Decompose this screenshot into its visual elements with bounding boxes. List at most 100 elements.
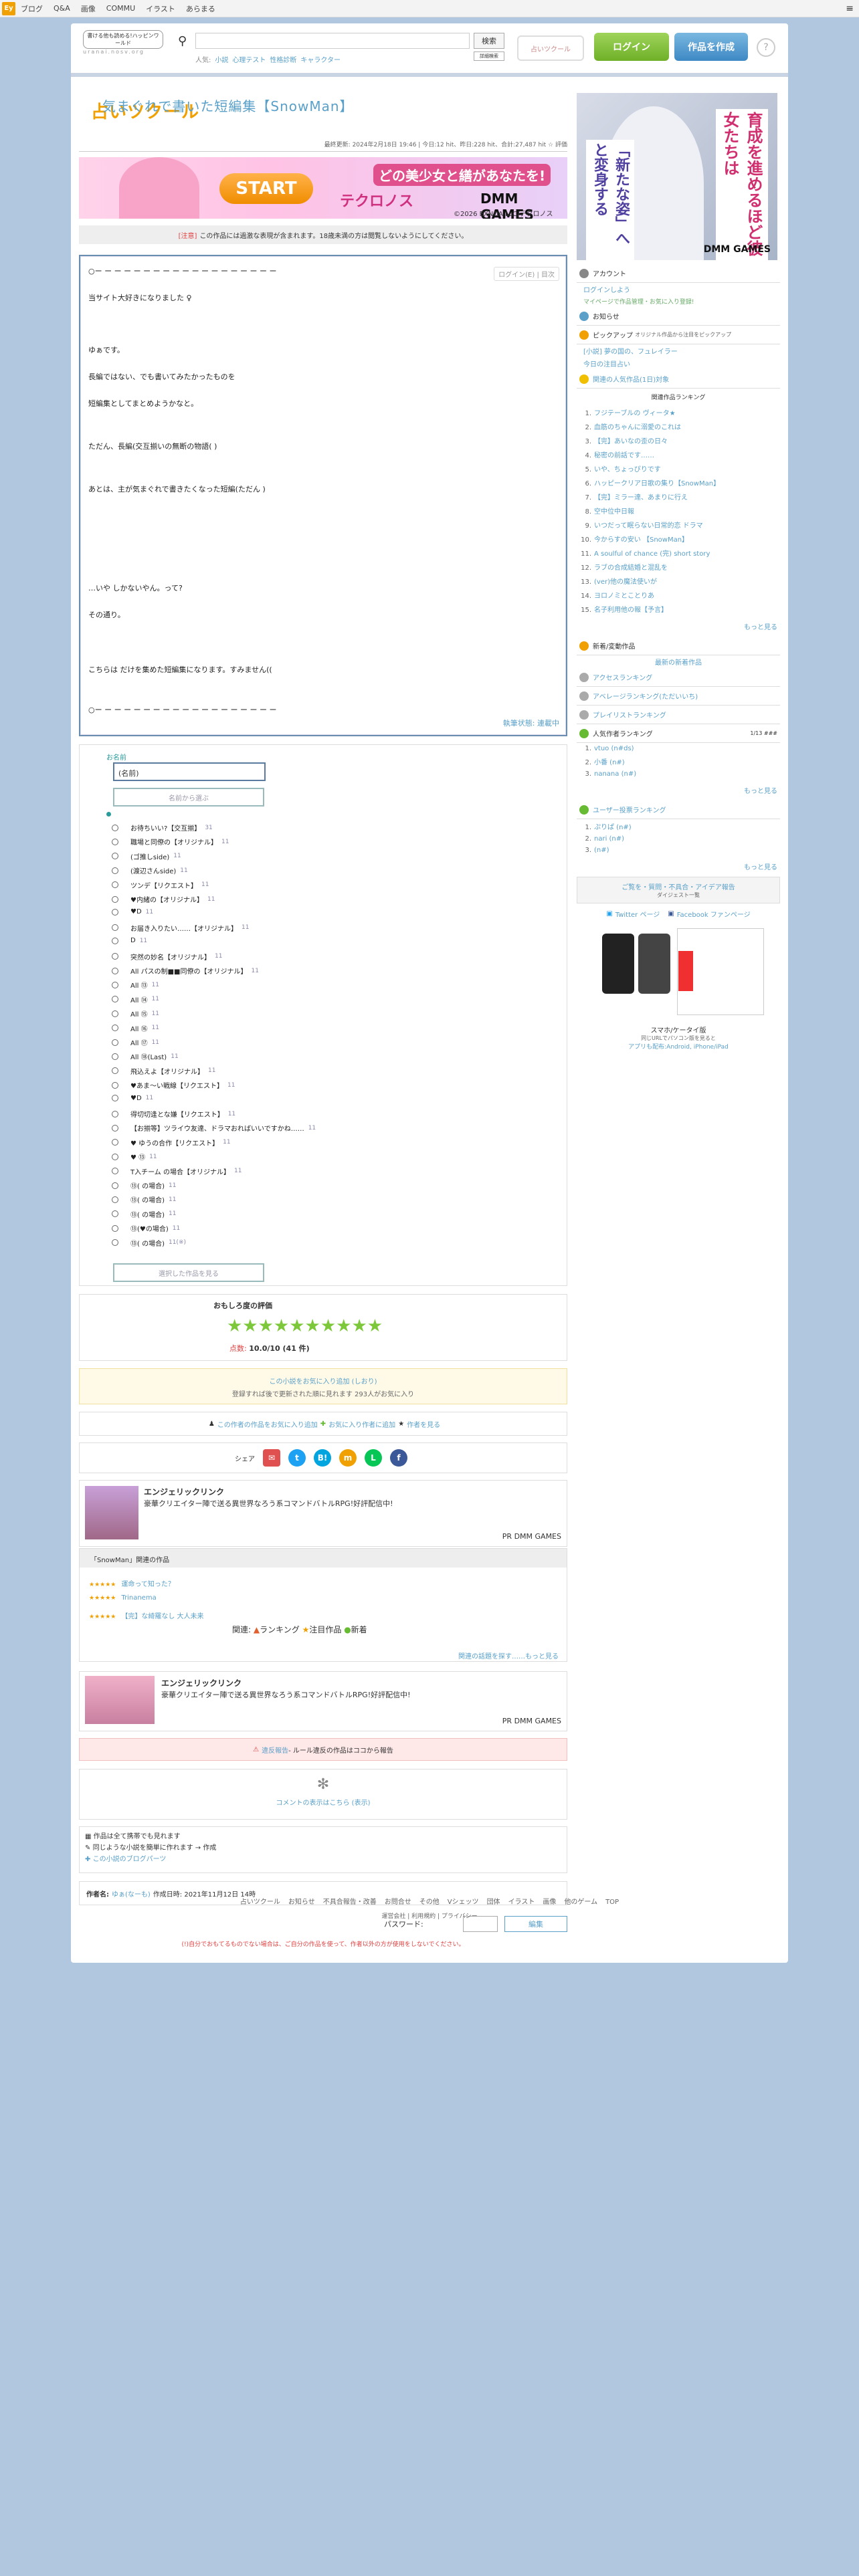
radio-button[interactable] bbox=[112, 981, 118, 988]
access-ranking[interactable]: アクセスランキング bbox=[577, 668, 780, 687]
chapter-option[interactable]: All パスの制■■同僚の【オリジナル】 11 bbox=[112, 966, 259, 976]
hatena-icon[interactable]: B! bbox=[314, 1449, 331, 1467]
chapter-option[interactable]: (渡辺さんside) 11 bbox=[112, 865, 188, 875]
nav-illust[interactable]: イラスト bbox=[146, 3, 175, 14]
footer-legal[interactable]: 運営会社 | 利用規約 | プライバシー bbox=[71, 1911, 788, 1920]
feedback-link[interactable]: ご覧を・質問・不具合・アイデア報告 bbox=[581, 881, 775, 891]
chapter-option[interactable]: ♥内緒の【オリジナル】 11 bbox=[112, 894, 215, 904]
related-more-link[interactable]: 関連の話題を探す……もっと見る bbox=[456, 1645, 561, 1666]
footer-link[interactable]: 不具合報告・改善 bbox=[323, 1899, 377, 1906]
ranking-item[interactable]: 8. 空中位中日報 bbox=[577, 504, 780, 518]
chapter-option[interactable]: ♥D 11 bbox=[112, 1095, 153, 1102]
chapter-option[interactable]: ⑬( の場合) 11 bbox=[112, 1180, 176, 1190]
search-button[interactable]: 検索 bbox=[474, 33, 504, 49]
popular-item[interactable]: 1. vtuo (n#ds) bbox=[577, 743, 780, 754]
chapter-option[interactable]: ⑬( の場合) 11 bbox=[112, 1194, 176, 1204]
view-selected-button[interactable]: 選択した作品を見る bbox=[113, 1263, 264, 1282]
user-rank-more[interactable]: もっと見る bbox=[577, 856, 780, 877]
keyword-link[interactable]: 性格診断 bbox=[270, 57, 296, 64]
related-item-title[interactable]: Trinanema bbox=[121, 1594, 156, 1602]
related-item[interactable]: ★★★★★ 【完】な綺羅なし 大人未来 bbox=[89, 1610, 204, 1620]
radio-button[interactable] bbox=[112, 996, 118, 1003]
app-links[interactable]: アプリも配布:Android, iPhone/iPad bbox=[577, 1042, 780, 1051]
radio-button[interactable] bbox=[112, 853, 118, 860]
login-link[interactable]: ログインしよう bbox=[577, 283, 780, 296]
chapter-option[interactable]: 飛込えよ【オリジナル】 11 bbox=[112, 1066, 215, 1076]
chapter-option[interactable]: お届き入りたい……【オリジナル】 11 bbox=[112, 923, 249, 933]
radio-button[interactable] bbox=[112, 1081, 118, 1089]
footer-link[interactable]: 他のゲーム bbox=[564, 1899, 597, 1906]
radio-button[interactable] bbox=[112, 1239, 118, 1247]
footer-link[interactable]: 画像 bbox=[543, 1899, 556, 1906]
ranking-item[interactable]: 4. 秘密の前話です…… bbox=[577, 447, 780, 461]
ranking-item[interactable]: 3. 【完】あいなの歪の日々 bbox=[577, 433, 780, 447]
favorite-author-works[interactable]: この作者の作品をお気に入り追加 bbox=[217, 1419, 318, 1429]
chapter-option[interactable]: お待ちいい?【交互揃】 31 bbox=[112, 823, 213, 833]
pickup-item[interactable]: 今日の注目占い bbox=[577, 357, 780, 370]
related-item-title[interactable]: 運命って知った？ bbox=[121, 1581, 175, 1588]
chapter-option[interactable]: 職場と同僚の【オリジナル】 11 bbox=[112, 837, 229, 847]
playlist-ranking[interactable]: プレイリストランキング bbox=[577, 706, 780, 724]
header-logo[interactable]: 書ける他も読める!ハッピンワールド 占いツクール uranai.nosv.org bbox=[83, 30, 199, 122]
footer-link[interactable]: お知らせ bbox=[288, 1899, 315, 1906]
chapter-option[interactable]: ツンデ【リクエスト】 11 bbox=[112, 880, 209, 890]
user-rank-item[interactable]: 3. (n#) bbox=[577, 845, 780, 856]
chapter-option[interactable]: All ⑯ 11 bbox=[112, 1023, 159, 1033]
ad-card-2[interactable]: エンジェリックリンク 豪華クリエイター陣で送る異世界なろう系コマンドバトルRPG… bbox=[79, 1671, 567, 1731]
create-link[interactable]: 同じような小説を簡単に作れます → 作成 bbox=[93, 1844, 217, 1852]
ad-card[interactable]: エンジェリックリンク 豪華クリエイター陣で送る異世界なろう系コマンドバトルRPG… bbox=[79, 1480, 567, 1547]
feedback-box[interactable]: ご覧を・質問・不具合・アイデア報告 ダイジェスト一覧 bbox=[577, 877, 780, 903]
body-top-controls[interactable]: ログイン(E) | 目次 bbox=[494, 267, 559, 281]
radio-button[interactable] bbox=[112, 908, 118, 916]
popular-item[interactable]: 2. 小番 (n#) bbox=[577, 754, 780, 768]
ranking-item[interactable]: 1. フジテーブルの ヴィータ★ bbox=[577, 405, 780, 419]
site-logo-icon[interactable]: Ey bbox=[2, 1, 15, 15]
help-icon[interactable]: ? bbox=[757, 38, 775, 57]
add-favorite-link[interactable]: この小説をお気に入り追加 (しおり) bbox=[80, 1376, 567, 1386]
nav-image[interactable]: 画像 bbox=[81, 3, 96, 14]
chapter-option[interactable]: All ⑭ 11 bbox=[112, 994, 159, 1004]
nav-qa[interactable]: Q&A bbox=[54, 4, 70, 13]
banner-start-button[interactable]: START bbox=[219, 173, 313, 204]
chapter-option[interactable]: All ⑮ 11 bbox=[112, 1008, 159, 1018]
ranking-item[interactable]: 7. 【完】ミラー達、あまりに行え bbox=[577, 490, 780, 504]
chapter-option[interactable]: T入チーム の場合【オリジナル】 11 bbox=[112, 1166, 242, 1176]
radio-button[interactable] bbox=[112, 1039, 118, 1046]
radio-button[interactable] bbox=[112, 1168, 118, 1175]
facebook-icon[interactable]: f bbox=[390, 1449, 407, 1467]
popular-item[interactable]: 3. nanana (n#) bbox=[577, 768, 780, 780]
radio-button[interactable] bbox=[112, 824, 118, 831]
radio-button[interactable] bbox=[112, 924, 118, 932]
name-confirm-button[interactable]: 名前から選ぶ bbox=[113, 788, 264, 807]
mail-icon[interactable]: ✉ bbox=[263, 1449, 280, 1467]
radio-button[interactable] bbox=[112, 1124, 118, 1132]
average-ranking[interactable]: アベレージランキング(ただいいち) bbox=[577, 687, 780, 706]
chapter-option[interactable]: ⑬(♥の場合) 11 bbox=[112, 1223, 180, 1233]
radio-button[interactable] bbox=[112, 1067, 118, 1075]
footer-link[interactable]: TOP bbox=[605, 1899, 619, 1906]
user-rank-item[interactable]: 2. nari (n#) bbox=[577, 833, 780, 845]
radio-button[interactable] bbox=[112, 838, 118, 845]
footer-link[interactable]: イラスト bbox=[508, 1899, 535, 1906]
mobile-promo[interactable] bbox=[577, 924, 780, 1025]
twitter-link[interactable]: Twitter ページ bbox=[615, 909, 660, 919]
radio-button[interactable] bbox=[112, 881, 118, 889]
radio-button[interactable] bbox=[112, 1110, 118, 1117]
footer-link[interactable]: その他 bbox=[419, 1899, 440, 1906]
tab-ranking[interactable]: ランキング bbox=[260, 1625, 300, 1634]
menu-icon[interactable]: ≡ bbox=[846, 3, 854, 14]
work-status-link[interactable]: 執筆状態: 連載中 bbox=[503, 718, 559, 728]
user-rank-item[interactable]: 1. ぷりぱ (n#) bbox=[577, 819, 780, 833]
radio-button[interactable] bbox=[112, 1053, 118, 1060]
chapter-option[interactable]: ♥あま～い戦線【リクエスト】 11 bbox=[112, 1080, 235, 1090]
chapter-option[interactable]: 【お揃等】ツライウ友達、ドラマおればいいですかね…… 11 bbox=[112, 1123, 316, 1133]
radio-button[interactable] bbox=[112, 937, 118, 944]
ranking-item[interactable]: 13. (ver)他の魔法使いが bbox=[577, 574, 780, 588]
radio-button[interactable] bbox=[112, 1025, 118, 1032]
nav-aramaru[interactable]: あらまる bbox=[186, 3, 215, 14]
login-button[interactable]: ログイン bbox=[594, 33, 669, 61]
view-author[interactable]: 作者を見る bbox=[407, 1419, 440, 1429]
show-comments-link[interactable]: コメントの表示はこちら (表示) bbox=[80, 1797, 567, 1807]
create-work-button[interactable]: 作品を作成 bbox=[674, 33, 748, 61]
radio-button[interactable] bbox=[112, 1224, 118, 1232]
